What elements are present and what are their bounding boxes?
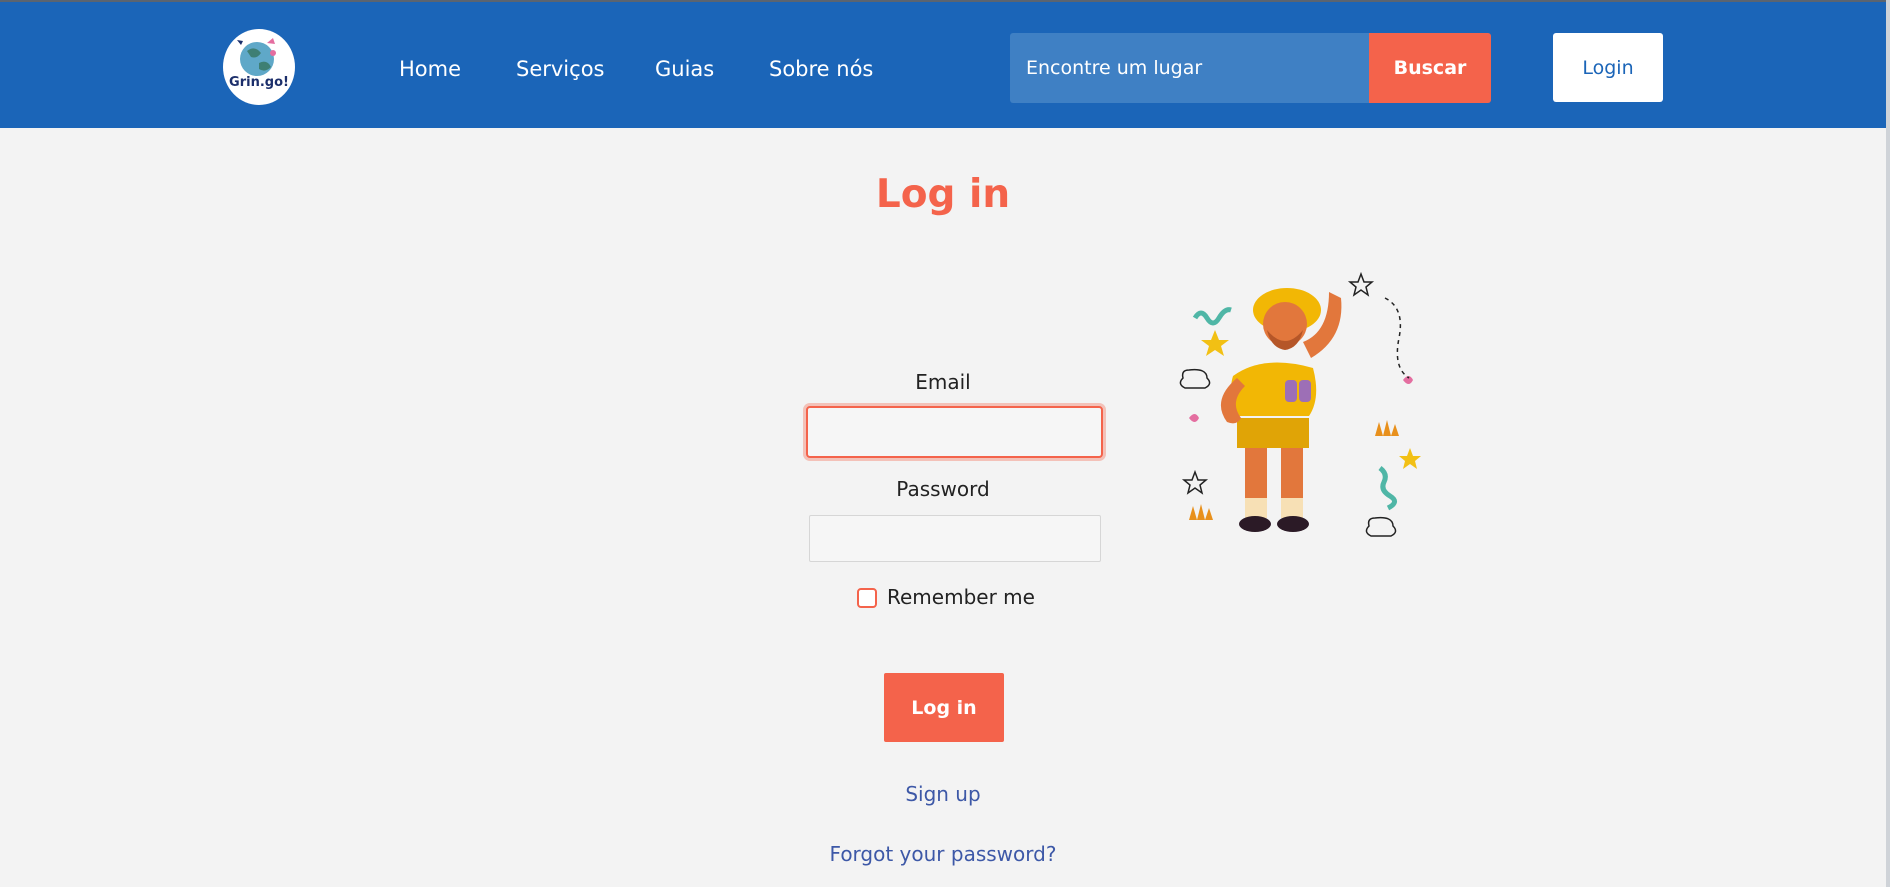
email-field[interactable] [806, 406, 1103, 458]
window-right-border [1886, 0, 1890, 887]
globe-icon [237, 38, 276, 76]
logo-text: Grin.go! [229, 75, 289, 90]
site-header: Grin.go! Home Serviços Guias Sobre nós B… [0, 2, 1886, 128]
search-input[interactable] [1010, 33, 1370, 103]
search-button[interactable]: Buscar [1369, 33, 1491, 103]
nav-about[interactable]: Sobre nós [769, 54, 873, 84]
password-field[interactable] [809, 515, 1101, 562]
nav-home[interactable]: Home [399, 54, 461, 84]
site-logo[interactable]: Grin.go! [223, 29, 295, 105]
signup-link[interactable]: Sign up [743, 782, 1143, 806]
nav-services[interactable]: Serviços [516, 54, 604, 84]
remember-me-checkbox[interactable] [857, 588, 877, 608]
explorer-icon [1179, 271, 1421, 537]
password-label: Password [896, 477, 990, 501]
email-label: Email [915, 370, 971, 394]
remember-me-label[interactable]: Remember me [887, 585, 1035, 609]
explorer-illustration [1175, 268, 1435, 558]
header-login-button[interactable]: Login [1553, 33, 1663, 102]
forgot-password-link[interactable]: Forgot your password? [743, 842, 1143, 866]
page-title: Log in [875, 172, 1011, 217]
login-submit-button[interactable]: Log in [884, 673, 1004, 742]
nav-guides[interactable]: Guias [655, 54, 714, 84]
